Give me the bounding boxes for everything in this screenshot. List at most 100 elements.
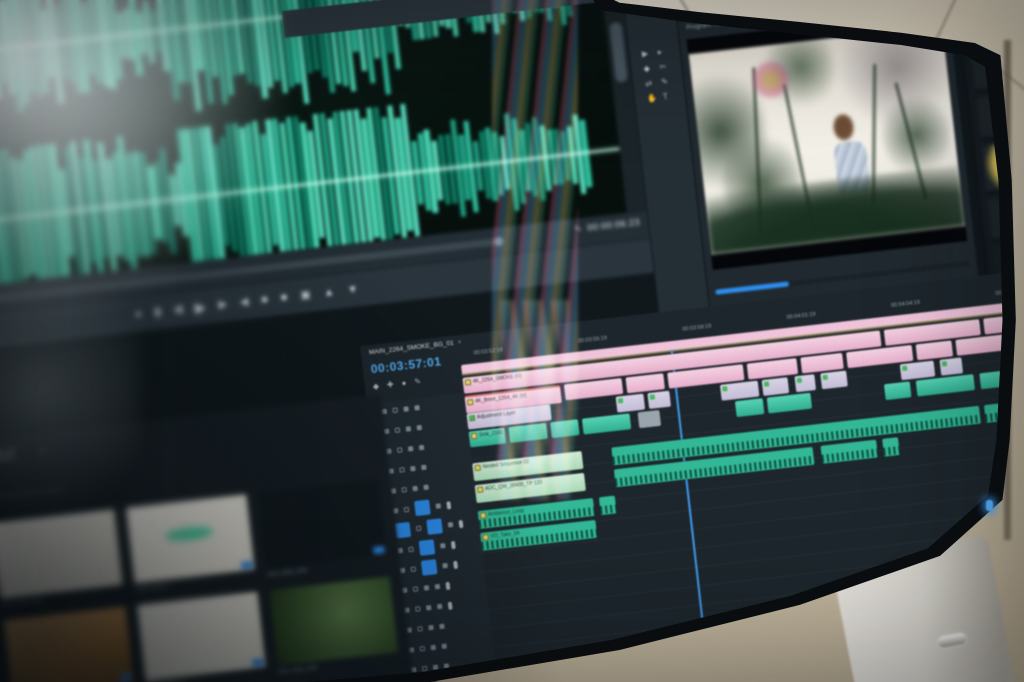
track-toggle-icon[interactable]	[434, 583, 441, 590]
track-toggle-icon[interactable]	[405, 426, 412, 432]
project-clip-thumbnail[interactable]: B004_0519_C002	[0, 621, 1, 682]
timeline-clip[interactable]	[508, 422, 548, 443]
timeline-clip[interactable]	[625, 373, 666, 394]
track-toggle-icon[interactable]	[407, 446, 414, 452]
track-toggle-icon[interactable]	[401, 487, 408, 493]
timeline-clip[interactable]	[598, 495, 617, 516]
timeline-clip[interactable]	[882, 437, 900, 457]
project-clip-thumbnail[interactable]: A013_0528_C004	[257, 479, 387, 578]
timeline-clip[interactable]	[615, 393, 646, 413]
track-target-toggle[interactable]	[426, 518, 443, 535]
track-toggle-icon[interactable]	[410, 566, 417, 573]
panel-menu-icon[interactable]: ≡	[40, 446, 46, 455]
project-tab[interactable]: Project: Final_Sequence_v2	[0, 448, 15, 469]
timeline-clip[interactable]	[637, 409, 662, 429]
snap-magnet-icon[interactable]: ◆	[372, 381, 379, 391]
project-clip-thumbnail[interactable]: TITLE_CARD_v2	[136, 591, 266, 682]
project-clip-thumbnail[interactable]: LOGO_GR_v3	[125, 494, 255, 593]
track-toggle-icon[interactable]	[396, 447, 403, 453]
track-target-toggle[interactable]	[420, 559, 438, 576]
voiceover-mic-icon[interactable]	[447, 601, 453, 610]
timeline-clip[interactable]	[820, 439, 879, 464]
insert-icon[interactable]: ■	[261, 293, 269, 306]
timeline-clip[interactable]	[581, 413, 632, 435]
track-toggle-icon[interactable]	[441, 643, 447, 650]
add-marker-icon[interactable]: ●	[134, 307, 142, 320]
track-toggle-icon[interactable]	[430, 644, 437, 651]
project-clip-thumbnail[interactable]: A014_0530_C001	[268, 576, 399, 676]
scrollbar-handle[interactable]	[609, 21, 628, 83]
track-toggle-icon[interactable]	[416, 424, 423, 431]
export-frame-icon[interactable]: ▣	[300, 288, 312, 301]
timeline-clip[interactable]	[719, 380, 760, 401]
track-toggle-icon[interactable]	[412, 485, 418, 492]
track-toggle-icon[interactable]	[403, 406, 409, 412]
zoom-handle-right[interactable]	[493, 236, 504, 247]
ripple-edit-tool-icon[interactable]: ◆	[643, 64, 656, 74]
timeline-clip[interactable]	[550, 419, 580, 439]
track-toggle-icon[interactable]	[440, 543, 446, 549]
pen-tool-icon[interactable]: ✎	[661, 77, 674, 87]
track-toggle-icon[interactable]	[447, 521, 454, 528]
selection-tool-icon[interactable]: ▶	[641, 49, 655, 59]
project-clip-thumbnail[interactable]: A012_0526_C001	[0, 509, 123, 608]
track-toggle-icon[interactable]	[410, 465, 416, 472]
sequence-tab[interactable]: MAIN_2264_SMOKE_BG_01 ×	[369, 339, 462, 356]
voiceover-mic-icon[interactable]	[450, 540, 456, 549]
razor-tool-icon[interactable]: ✂	[659, 62, 672, 72]
timeline-clip[interactable]	[883, 381, 912, 401]
timeline-clip[interactable]	[761, 377, 790, 397]
timeline-clip[interactable]	[794, 374, 817, 393]
step-forward-icon[interactable]: ▶	[218, 298, 228, 311]
lift-icon[interactable]: ▲	[323, 285, 335, 298]
loop-icon[interactable]: ◀	[239, 295, 249, 308]
timeline-clip[interactable]	[915, 340, 954, 361]
type-tool-icon[interactable]: T	[662, 92, 676, 101]
track-toggle-icon[interactable]	[412, 586, 419, 592]
slip-tool-icon[interactable]: ⇄	[645, 79, 658, 89]
step-back-icon[interactable]: ◀	[173, 303, 183, 316]
track-toggle-icon[interactable]	[419, 645, 426, 652]
timeline-clip[interactable]	[647, 390, 672, 410]
track-toggle-icon[interactable]	[439, 623, 445, 630]
track-toggle-icon[interactable]	[418, 444, 425, 451]
timeline-clip[interactable]	[734, 398, 765, 418]
overwrite-icon[interactable]: ■	[280, 291, 288, 304]
track-toggle-icon[interactable]	[417, 626, 423, 632]
track-toggle-icon[interactable]	[423, 484, 429, 491]
voiceover-mic-icon[interactable]	[445, 581, 451, 590]
track-toggle-icon[interactable]	[415, 525, 422, 532]
extract-icon[interactable]: ▼	[347, 283, 359, 296]
track-target-toggle[interactable]	[414, 499, 431, 517]
program-video-viewport[interactable]	[686, 10, 968, 270]
play-icon[interactable]: ▶	[194, 299, 207, 316]
timeline-clip[interactable]	[939, 357, 964, 376]
track-toggle-icon[interactable]	[399, 467, 405, 473]
track-toggle-icon[interactable]	[436, 603, 443, 610]
track-toggle-icon[interactable]	[428, 624, 434, 631]
timeline-clip[interactable]	[820, 370, 848, 390]
track-toggle-icon[interactable]	[425, 604, 432, 611]
track-toggle-icon[interactable]	[408, 546, 414, 553]
timeline-clip[interactable]	[899, 360, 936, 381]
program-scrollbar-handle[interactable]	[715, 281, 790, 295]
track-toggle-icon[interactable]	[442, 562, 448, 569]
voiceover-mic-icon[interactable]	[446, 500, 452, 510]
track-toggle-icon[interactable]	[432, 664, 439, 671]
track-select-tool-icon[interactable]: ▸	[657, 47, 670, 56]
track-toggle-icon[interactable]	[435, 503, 442, 509]
track-target-toggle[interactable]	[418, 539, 436, 556]
in-point-icon[interactable]: ▮	[154, 305, 161, 318]
track-toggle-icon[interactable]	[403, 506, 410, 513]
track-toggle-icon[interactable]	[421, 464, 427, 471]
voiceover-mic-icon[interactable]	[453, 560, 458, 569]
project-clip-thumbnail[interactable]: A013_0530_C002	[4, 606, 134, 682]
voiceover-mic-icon[interactable]	[458, 519, 464, 528]
track-toggle-icon[interactable]	[443, 663, 450, 669]
close-icon[interactable]: ×	[457, 339, 462, 346]
timeline-clip[interactable]: Smk_2160	[468, 427, 507, 448]
timeline-clip[interactable]	[800, 352, 844, 374]
track-toggle-icon[interactable]	[394, 427, 401, 433]
track-toggle-icon[interactable]	[414, 405, 420, 411]
search-field-underline[interactable]	[0, 488, 65, 507]
